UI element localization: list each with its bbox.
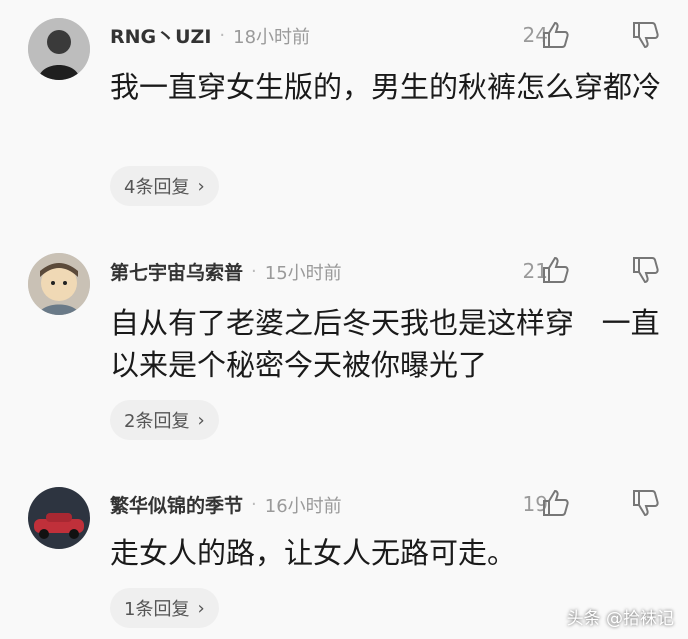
thumbs-up-icon[interactable] (540, 20, 570, 50)
thumbs-down-icon[interactable] (630, 255, 660, 285)
comment-text: 自从有了老婆之后冬天我也是这样穿 一直以来是个秘密今天被你曝光了 (110, 306, 660, 382)
avatar[interactable] (28, 487, 90, 549)
timestamp: 15小时前 (264, 262, 342, 284)
thumbs-up-icon[interactable] (540, 488, 570, 518)
timestamp: 18小时前 (233, 26, 311, 48)
thumbs-up-icon[interactable] (540, 255, 570, 285)
separator-dot: · (251, 494, 257, 515)
replies-label: 4条回复 (124, 177, 190, 198)
username[interactable]: 繁华似锦的季节 (110, 491, 243, 518)
view-replies-button[interactable]: 1条回复 › (110, 588, 219, 628)
view-replies-button[interactable]: 4条回复 › (110, 166, 219, 206)
chevron-right-icon: › (197, 175, 205, 197)
comment-meta: 第七宇宙乌索普 · 15小时前 (110, 258, 342, 285)
separator-dot: · (219, 25, 226, 46)
thumbs-down-icon[interactable] (630, 488, 660, 518)
avatar-image-icon (28, 253, 90, 315)
replies-label: 1条回复 (124, 599, 190, 620)
watermark: 头条 @拾袜记 (567, 604, 674, 629)
view-replies-button[interactable]: 2条回复 › (110, 400, 219, 440)
avatar-image-icon (28, 487, 90, 549)
thumbs-down-icon[interactable] (630, 20, 660, 50)
avatar[interactable] (28, 253, 90, 315)
comment-text: 我一直穿女生版的，男生的秋裤怎么穿都冷 (110, 70, 662, 104)
comment-meta: 繁华似锦的季节 · 16小时前 (110, 491, 342, 518)
username[interactable]: 第七宇宙乌索普 (110, 258, 243, 285)
chevron-right-icon: › (197, 409, 205, 431)
avatar[interactable] (28, 18, 90, 80)
watermark-text: 头条 @拾袜记 (566, 609, 674, 629)
chevron-right-icon: › (197, 597, 205, 619)
timestamp: 16小时前 (264, 495, 342, 517)
comment-meta: RNG丶UZI · 18小时前 (110, 22, 310, 49)
username[interactable]: RNG丶UZI (110, 22, 211, 49)
replies-label: 2条回复 (124, 411, 190, 432)
comment-text: 走女人的路，让女人无路可走。 (110, 536, 517, 570)
separator-dot: · (251, 261, 257, 282)
avatar-image-icon (28, 18, 90, 80)
